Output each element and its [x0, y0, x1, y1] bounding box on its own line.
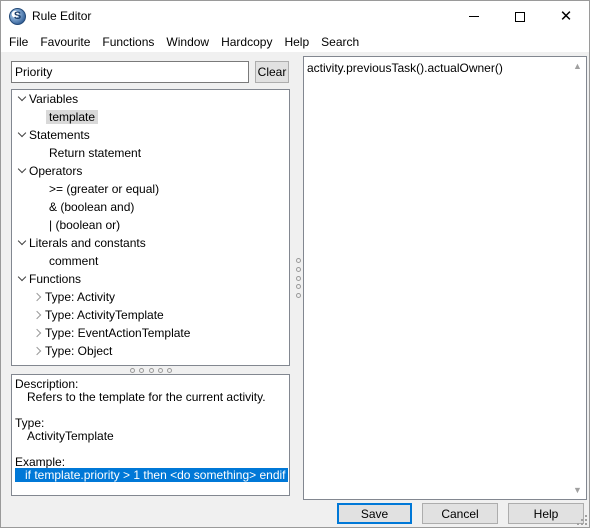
type-text: ActivityTemplate	[27, 429, 114, 443]
tree-leaf-return-statement[interactable]: Return statement	[49, 144, 141, 162]
close-icon: ✕	[559, 8, 573, 25]
chevron-right-icon[interactable]	[32, 328, 42, 338]
description-panel[interactable]: Description: Refers to the template for …	[11, 374, 290, 496]
tree-leaf-boolean-or[interactable]: | (boolean or)	[49, 216, 120, 234]
tree-node-operators[interactable]: Operators	[16, 162, 82, 180]
tree-node-type-activitytemplate[interactable]: Type: ActivityTemplate	[32, 306, 164, 324]
close-button[interactable]: ✕	[543, 1, 589, 32]
grip-dot	[157, 368, 163, 373]
help-button[interactable]: Help	[508, 503, 584, 524]
scroll-up-arrow-icon[interactable]: ▲	[569, 61, 586, 71]
maximize-button[interactable]	[497, 1, 543, 32]
tree-leaf-boolean-and[interactable]: & (boolean and)	[49, 198, 134, 216]
tree-node-label: Operators	[29, 164, 83, 178]
tree-node-label: Functions	[29, 272, 82, 286]
description-text: Refers to the template for the current a…	[27, 390, 266, 404]
tree-node-label: Type: EventActionTemplate	[45, 326, 191, 340]
horizontal-splitter-grip[interactable]	[130, 368, 172, 373]
example-text-selection: if template.priority > 1 then <do someth…	[15, 468, 288, 482]
tree-leaf-label: Return statement	[49, 146, 142, 160]
menu-help[interactable]: Help	[278, 32, 315, 52]
maximize-icon	[515, 11, 525, 22]
tree-leaf-label: >= (greater or equal)	[49, 182, 160, 196]
grip-dot	[139, 368, 145, 373]
grip-dot	[296, 275, 301, 281]
grip-dot	[148, 368, 154, 373]
tree-node-variables[interactable]: Variables	[16, 90, 78, 108]
minimize-icon	[469, 16, 479, 17]
chevron-down-icon[interactable]	[17, 128, 27, 138]
tree-node-type-activity[interactable]: Type: Activity	[32, 288, 115, 306]
tree-node-type-object[interactable]: Type: Object	[32, 342, 112, 360]
menu-favourite[interactable]: Favourite	[34, 32, 96, 52]
tree-node-statements[interactable]: Statements	[16, 126, 90, 144]
tree-leaf-label: & (boolean and)	[49, 200, 135, 214]
tree-leaf-greater-or-equal[interactable]: >= (greater or equal)	[49, 180, 159, 198]
tree-leaf-comment[interactable]: comment	[49, 252, 98, 270]
tree-node-label: Type: ActivityTemplate	[45, 308, 164, 322]
chevron-down-icon[interactable]	[17, 236, 27, 246]
grip-dot	[296, 284, 301, 290]
chevron-right-icon[interactable]	[32, 310, 42, 320]
editor-scrollbar[interactable]: ▲ ▼	[569, 57, 586, 499]
tree-node-type-eventactiontemplate[interactable]: Type: EventActionTemplate	[32, 324, 190, 342]
resize-grip-icon[interactable]	[577, 515, 587, 525]
grip-dot	[167, 368, 172, 373]
chevron-right-icon[interactable]	[32, 346, 42, 356]
save-button[interactable]: Save	[337, 503, 412, 524]
vertical-splitter-grip[interactable]	[296, 258, 301, 298]
menu-hardcopy[interactable]: Hardcopy	[215, 32, 278, 52]
menu-functions[interactable]: Functions	[96, 32, 160, 52]
rule-editor-window: S Rule Editor ✕ File Favourite Functions…	[0, 0, 590, 528]
grip-dot	[296, 293, 301, 298]
tree-node-label: Literals and constants	[29, 236, 146, 250]
tree-leaf-label: template	[46, 110, 99, 124]
menu-window[interactable]: Window	[160, 32, 215, 52]
example-code: if template.priority > 1 then <do someth…	[25, 468, 286, 482]
grip-dot	[296, 258, 301, 263]
tree-node-label: Type: Activity	[45, 290, 116, 304]
app-logo-icon: S	[9, 8, 26, 25]
chevron-right-icon[interactable]	[32, 292, 42, 302]
example-text[interactable]: if template.priority > 1 then <do someth…	[15, 468, 288, 482]
expression-text: activity.previousTask().actualOwner()	[307, 61, 503, 75]
tree-leaf-label: comment	[49, 254, 99, 268]
window-title: Rule Editor	[32, 9, 92, 23]
tree-node-label: Statements	[29, 128, 90, 142]
cancel-button[interactable]: Cancel	[422, 503, 498, 524]
tree-node-label: Variables	[29, 92, 79, 106]
chevron-down-icon[interactable]	[17, 164, 27, 174]
minimize-button[interactable]	[451, 1, 497, 32]
search-input[interactable]	[11, 61, 249, 83]
menu-bar: File Favourite Functions Window Hardcopy…	[1, 32, 589, 52]
grip-dot	[130, 368, 135, 373]
tree-leaf-template[interactable]: template	[46, 108, 99, 126]
menu-search[interactable]: Search	[315, 32, 365, 52]
grip-dot	[296, 266, 301, 272]
tree-node-functions[interactable]: Functions	[16, 270, 81, 288]
chevron-down-icon[interactable]	[17, 92, 27, 102]
tree-node-literals[interactable]: Literals and constants	[16, 234, 146, 252]
scroll-down-arrow-icon[interactable]: ▼	[569, 485, 586, 495]
title-bar[interactable]: S Rule Editor ✕	[1, 1, 589, 32]
clear-button[interactable]: Clear	[255, 61, 289, 83]
tree-leaf-label: | (boolean or)	[49, 218, 121, 232]
expression-editor[interactable]: activity.previousTask().actualOwner() ▲ …	[303, 56, 587, 500]
tree-node-label: Type: Object	[45, 344, 113, 358]
chevron-down-icon[interactable]	[17, 272, 27, 282]
function-tree[interactable]: Variables template Statements Return sta…	[11, 89, 290, 366]
menu-file[interactable]: File	[1, 32, 34, 52]
